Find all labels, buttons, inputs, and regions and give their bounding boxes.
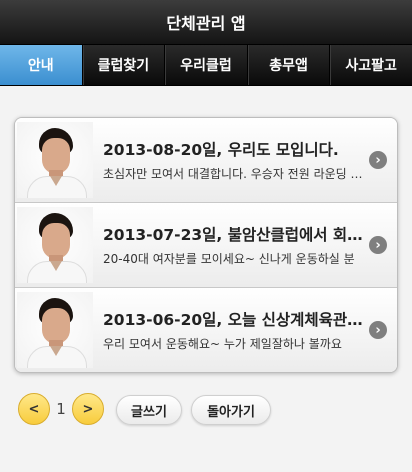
post-title: 2013-08-20일, 우리도 모입니다. — [103, 141, 339, 159]
post-title: 2013-06-20일, 오늘 신상계체육관에서 — [103, 311, 363, 329]
chevron-right-icon[interactable]: › — [369, 236, 387, 254]
list-item[interactable]: 2013-06-20일, 오늘 신상계체육관에서 우리 모여서 운동해요~ 누가… — [15, 288, 397, 372]
tab-find-club[interactable]: 클럽찾기 — [83, 45, 166, 85]
back-button[interactable]: 돌아가기 — [191, 395, 271, 425]
prev-page-button[interactable]: < — [18, 393, 50, 425]
post-list: 2013-08-20일, 우리도 모입니다. 초심자만 모여서 대결합니다. 우… — [14, 117, 398, 373]
next-page-button[interactable]: > — [72, 393, 104, 425]
tab-treasurer-app[interactable]: 총무앱 — [248, 45, 331, 85]
nav-bar: 안내 클럽찾기 우리클럽 총무앱 사고팔고 — [0, 45, 412, 86]
pagination: < 1 > — [18, 393, 104, 425]
current-page-number: 1 — [56, 400, 66, 418]
chevron-right-icon[interactable]: › — [369, 321, 387, 339]
profile-photo — [17, 292, 93, 368]
tab-buy-sell[interactable]: 사고팔고 — [330, 45, 412, 85]
chevron-right-icon[interactable]: › — [369, 151, 387, 169]
post-description: 우리 모여서 운동해요~ 누가 제일잘하나 볼까요 — [103, 337, 342, 351]
write-button[interactable]: 글쓰기 — [116, 395, 182, 425]
page-title: 단체관리 앱 — [166, 14, 246, 33]
post-description: 20-40대 여자분를 모이세요~ 신나게 운동하실 분 — [103, 252, 355, 266]
tab-guide[interactable]: 안내 — [0, 45, 83, 85]
tab-our-club[interactable]: 우리클럽 — [165, 45, 248, 85]
post-description: 초심자만 모여서 대결합니다. 우승자 전원 라운딩 지원 — [103, 167, 363, 181]
profile-photo — [17, 207, 93, 283]
post-title: 2013-07-23일, 불암산클럽에서 회원모집 — [103, 226, 363, 244]
profile-photo — [17, 122, 93, 198]
app-header: 단체관리 앱 — [0, 0, 412, 45]
list-item[interactable]: 2013-07-23일, 불암산클럽에서 회원모집 20-40대 여자분를 모이… — [15, 203, 397, 288]
list-item[interactable]: 2013-08-20일, 우리도 모입니다. 초심자만 모여서 대결합니다. 우… — [15, 118, 397, 203]
